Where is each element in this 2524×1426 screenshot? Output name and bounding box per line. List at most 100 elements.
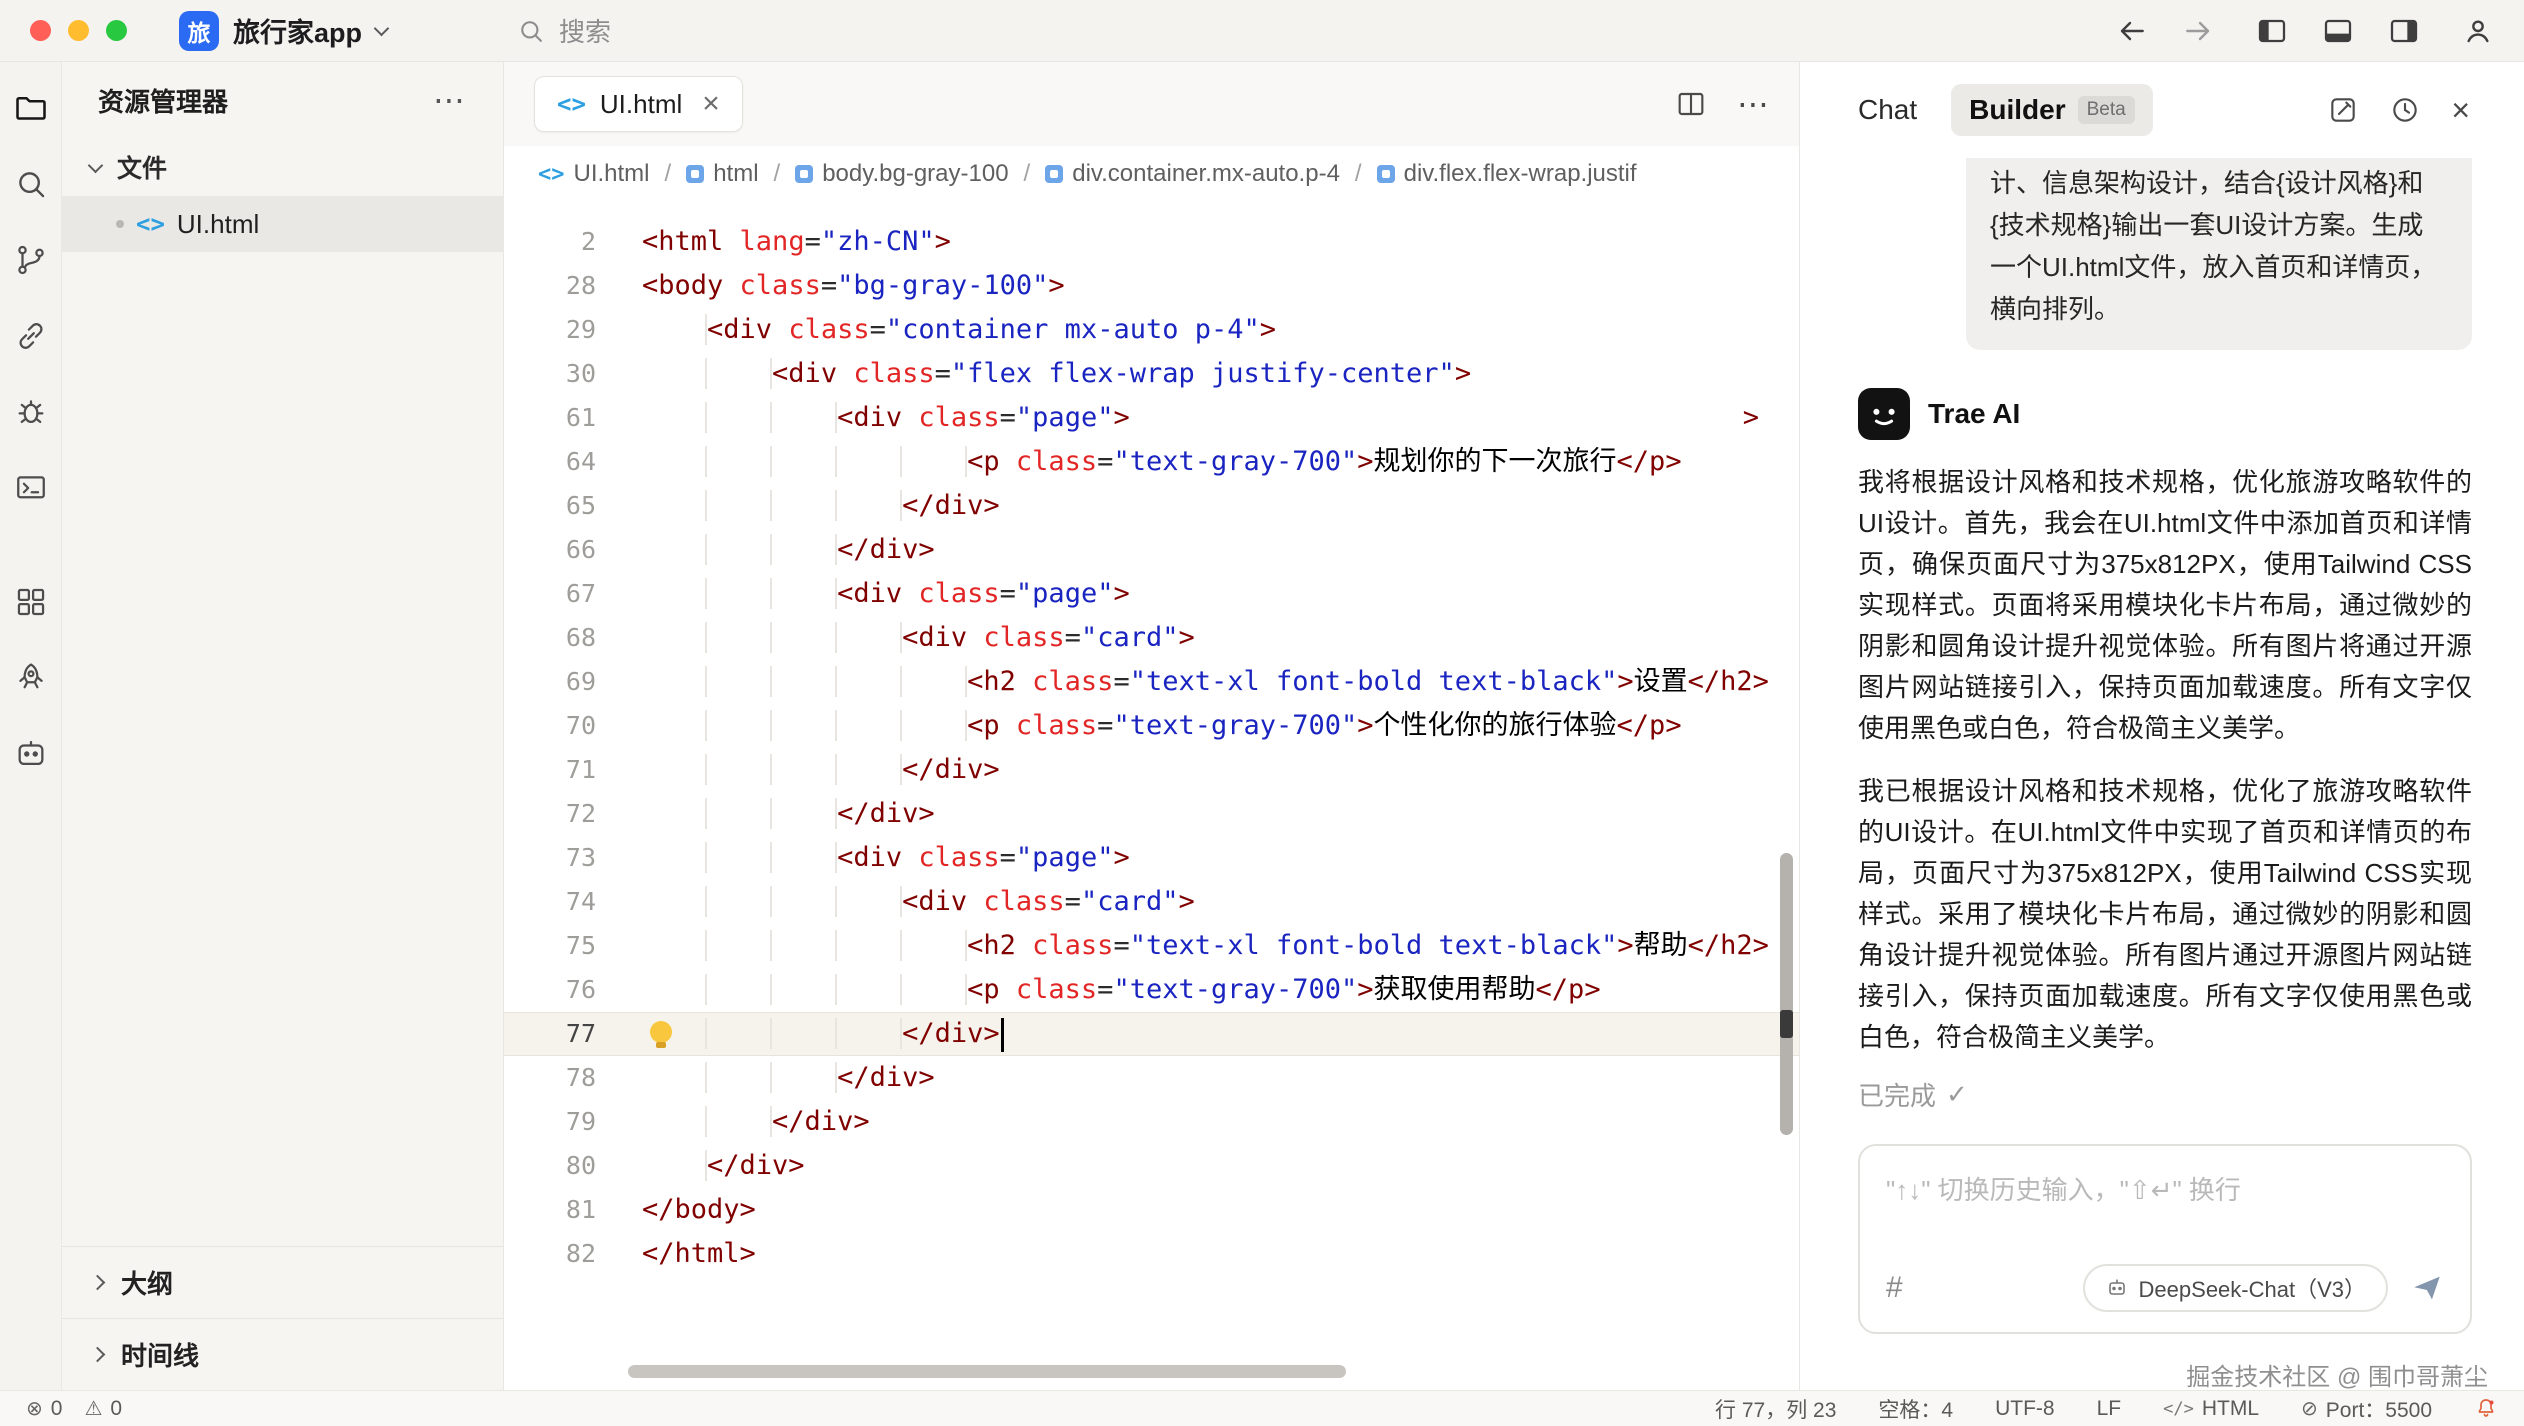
editor-more-actions-icon[interactable]: ⋯ [1737,88,1769,120]
code-line-79[interactable]: 79 </div> [504,1100,1799,1144]
code-editor[interactable]: 2<html lang="zh-CN">28<body class="bg-gr… [504,202,1799,1390]
editor-tab-bar: <> UI.html × ⋯ [504,62,1799,146]
close-panel-icon[interactable]: × [2451,94,2470,126]
activity-ai-assistant[interactable] [0,716,62,792]
zoom-window-button[interactable] [106,20,127,41]
code-line-30[interactable]: 30 <div class="flex flex-wrap justify-ce… [504,352,1799,396]
activity-debug[interactable] [0,374,62,450]
activity-remote[interactable] [0,298,62,374]
toggle-bottom-panel-icon[interactable] [2322,15,2354,47]
new-chat-icon[interactable] [2327,94,2359,126]
account-icon[interactable] [2462,15,2494,47]
problems-summary[interactable]: ⊗ 0 ⚠ 0 [26,1396,122,1421]
link-icon [14,319,48,353]
code-line-61[interactable]: 61 <div class="page">> [504,396,1799,440]
send-icon[interactable] [2410,1271,2444,1305]
line-number: 81 [504,1188,600,1232]
code-line-64[interactable]: 64 <p class="text-gray-700">规划你的下一次旅行</p… [504,440,1799,484]
breadcrumb-item[interactable]: div.container.mx-auto.p-4 [1045,160,1340,188]
folded-code-end[interactable]: > [1743,396,1759,440]
timeline-section[interactable]: 时间线 [62,1318,503,1390]
code-line-65[interactable]: 65 </div> [504,484,1799,528]
line-number: 74 [504,880,600,924]
workspace-switcher[interactable]: 旅 旅行家app [179,11,387,51]
code-line-67[interactable]: 67 <div class="page"> [504,572,1799,616]
code-line-72[interactable]: 72 </div> [504,792,1799,836]
warnings-indicator[interactable]: ⚠ 0 [84,1396,122,1421]
error-count: 0 [51,1397,63,1421]
errors-indicator[interactable]: ⊗ 0 [26,1396,62,1421]
split-editor-icon[interactable] [1675,88,1707,120]
line-number: 64 [504,440,600,484]
model-selector[interactable]: DeepSeek-Chat（V3） [2083,1264,2388,1312]
history-icon[interactable] [2389,94,2421,126]
explorer-more-icon[interactable]: ⋯ [433,81,467,119]
code-line-68[interactable]: 68 <div class="card"> [504,616,1799,660]
terminal-icon [14,471,48,505]
code-line-29[interactable]: 29 <div class="container mx-auto p-4"> [504,308,1799,352]
file-item-ui-html[interactable]: <> UI.html [62,196,503,252]
file-name: UI.html [177,209,259,240]
code-line-80[interactable]: 80 </div> [504,1144,1799,1188]
line-number: 82 [504,1232,600,1276]
line-content: </body> [600,1188,1799,1232]
code-line-2[interactable]: 2<html lang="zh-CN"> [504,220,1799,264]
code-line-81[interactable]: 81</body> [504,1188,1799,1232]
chat-messages-area[interactable]: 计、信息架构设计，结合{设计风格}和{技术规格}输出一套UI设计方案。生成一个U… [1800,158,2524,1128]
code-line-78[interactable]: 78 </div> [504,1056,1799,1100]
live-server-port[interactable]: ⊘ Port：5500 [2301,1394,2432,1424]
chat-input-box[interactable]: "↑↓" 切换历史输入，"⇧↵" 换行 # DeepSeek-Chat（V3） [1858,1144,2472,1334]
element-symbol-icon [686,165,704,183]
horizontal-scrollbar[interactable] [628,1365,1346,1378]
bell-icon[interactable] [2474,1397,2498,1421]
tab-ui-html[interactable]: <> UI.html × [534,76,743,132]
code-line-76[interactable]: 76 <p class="text-gray-700">获取使用帮助</p> [504,968,1799,1012]
code-line-71[interactable]: 71 </div> [504,748,1799,792]
lightbulb-icon[interactable] [650,1021,672,1043]
line-number: 69 [504,660,600,704]
minimize-window-button[interactable] [68,20,89,41]
breadcrumb-item[interactable]: <>UI.html [538,160,650,188]
tab-chat[interactable]: Chat [1858,94,1917,126]
navigate-back-icon[interactable] [2116,15,2148,47]
context-hash-button[interactable]: # [1886,1271,1903,1305]
code-line-77[interactable]: 77 </div> [504,1012,1799,1056]
outline-section[interactable]: 大纲 [62,1246,503,1318]
vertical-scrollbar[interactable] [1780,853,1793,1135]
indent-setting[interactable]: 空格：4 [1878,1394,1953,1424]
code-line-74[interactable]: 74 <div class="card"> [504,880,1799,924]
activity-search[interactable] [0,146,62,222]
eol-setting[interactable]: LF [2097,1397,2122,1421]
code-line-82[interactable]: 82</html> [504,1232,1799,1276]
files-section-header[interactable]: 文件 [62,138,503,196]
breadcrumb-item[interactable]: body.bg-gray-100 [795,160,1008,188]
line-content: <div class="container mx-auto p-4"> [600,308,1799,352]
close-window-button[interactable] [30,20,51,41]
cursor-position[interactable]: 行 77，列 23 [1715,1394,1836,1424]
encoding-setting[interactable]: UTF-8 [1995,1397,2055,1421]
line-number: 28 [504,264,600,308]
activity-launch[interactable] [0,640,62,716]
code-line-75[interactable]: 75 <h2 class="text-xl font-bold text-bla… [504,924,1799,968]
breadcrumb-item[interactable]: html [686,160,758,188]
breadcrumb-item[interactable]: div.flex.flex-wrap.justif [1377,160,1637,188]
navigate-forward-icon[interactable] [2182,15,2214,47]
outline-label: 大纲 [121,1264,173,1301]
language-mode[interactable]: </> HTML [2163,1397,2259,1421]
global-search[interactable]: 搜索 [517,12,611,49]
code-lines: 2<html lang="zh-CN">28<body class="bg-gr… [504,220,1799,1276]
toggle-left-panel-icon[interactable] [2256,15,2288,47]
code-line-73[interactable]: 73 <div class="page"> [504,836,1799,880]
toggle-right-panel-icon[interactable] [2388,15,2420,47]
close-tab-icon[interactable]: × [702,89,720,119]
tab-builder[interactable]: Builder Beta [1951,84,2153,136]
activity-source-control[interactable] [0,222,62,298]
code-line-70[interactable]: 70 <p class="text-gray-700">个性化你的旅行体验</p… [504,704,1799,748]
activity-terminal[interactable] [0,450,62,526]
code-line-28[interactable]: 28<body class="bg-gray-100"> [504,264,1799,308]
activity-explorer[interactable] [0,70,62,146]
code-line-66[interactable]: 66 </div> [504,528,1799,572]
code-line-69[interactable]: 69 <h2 class="text-xl font-bold text-bla… [504,660,1799,704]
explorer-header: 资源管理器 ⋯ [62,62,503,138]
activity-extensions[interactable] [0,564,62,640]
